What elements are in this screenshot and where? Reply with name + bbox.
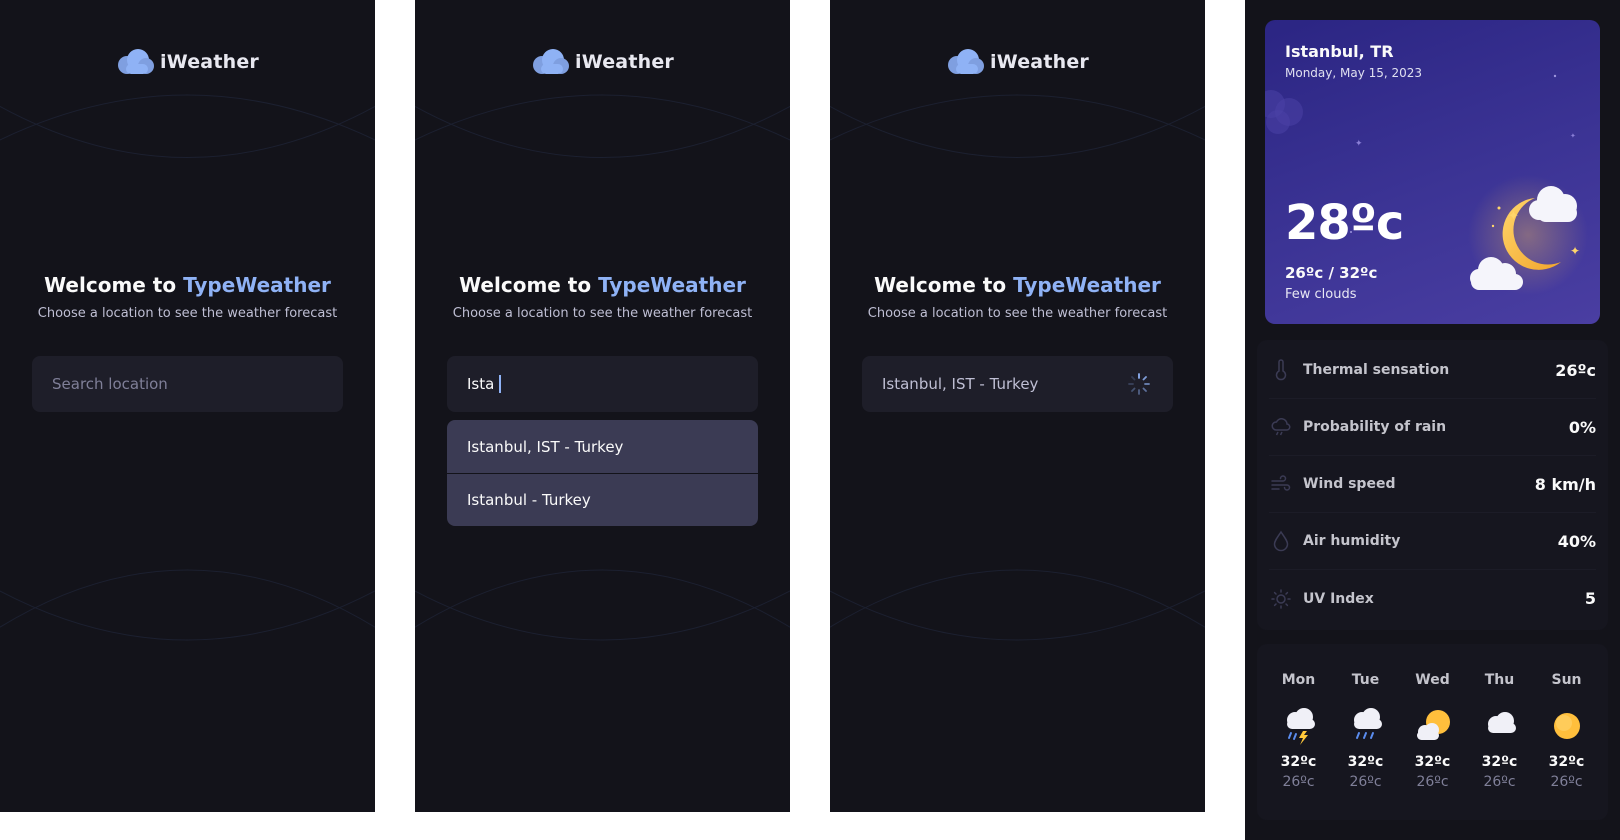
thermometer-icon [1275, 359, 1287, 381]
metric-value: 40% [1557, 531, 1596, 551]
svg-text:✦: ✦ [1508, 209, 1519, 224]
suggestion-item[interactable]: Istanbul, IST - Turkey [447, 420, 758, 473]
search-placeholder: Search location [52, 375, 168, 393]
search-input[interactable]: Istanbul, IST - Turkey [862, 356, 1173, 412]
metric-row-air-humidity: Air humidity 40% [1269, 513, 1596, 570]
forecast-day-name: Wed [1415, 672, 1450, 688]
welcome-subtitle: Choose a location to see the weather for… [452, 306, 753, 321]
svg-text:✦: ✦ [1570, 244, 1580, 258]
forecast-card: Mon 32ºc 26ºc Tue 32ºc 26ºc Wed 32ºc 26º… [1257, 644, 1608, 820]
cloud-logo-icon [948, 49, 985, 74]
metric-label: UV Index [1303, 590, 1374, 607]
moon-cloud-icon: ✦ ✦ [1468, 175, 1588, 295]
city-name: Istanbul, TR [1285, 42, 1394, 61]
metric-row-wind-speed: Wind speed 8 km/h [1269, 456, 1596, 513]
metric-row-thermal-sensation: Thermal sensation 26ºc [1269, 342, 1596, 399]
forecast-day-tue: Tue 32ºc 26ºc [1332, 644, 1399, 820]
loading-spinner-icon [1128, 373, 1150, 395]
metric-value: 5 [1584, 589, 1596, 608]
forecast-day-name: Thu [1484, 672, 1515, 688]
metric-value: 8 km/h [1534, 474, 1596, 494]
suggestion-dropdown: Istanbul, IST - Turkey Istanbul - Turkey [447, 420, 758, 526]
forecast-min: 26ºc [1282, 774, 1315, 790]
text-caret [499, 375, 502, 393]
weather-metrics-card: Thermal sensation 26ºc Probability of ra… [1257, 340, 1608, 630]
svg-text:✦: ✦ [1570, 132, 1576, 140]
current-weather-card: ✦ ✦ Istanbul, TR Monday, May 15, 2023 28… [1265, 20, 1600, 324]
welcome-subtitle: Choose a location to see the weather for… [867, 306, 1168, 321]
welcome-brand: TypeWeather [1013, 273, 1161, 297]
welcome-screen-empty: iWeather Welcome to TypeWeather Choose a… [0, 0, 375, 812]
wind-icon [1271, 475, 1291, 491]
cloud-logo-icon [118, 49, 155, 74]
welcome-prefix: Welcome to [459, 273, 592, 297]
metric-label: Thermal sensation [1303, 362, 1450, 378]
welcome-heading: Welcome to TypeWeather [830, 273, 1205, 297]
forecast-max: 32ºc [1414, 754, 1451, 770]
sun-icon [1271, 588, 1291, 609]
current-date: Monday, May 15, 2023 [1285, 66, 1423, 80]
metric-value: 0% [1568, 417, 1596, 437]
metric-row-rain-probability: Probability of rain 0% [1269, 399, 1596, 456]
welcome-prefix: Welcome to [44, 273, 177, 297]
welcome-prefix: Welcome to [874, 273, 1007, 297]
cloud-rain-icon [1271, 418, 1291, 436]
metric-label: Air humidity [1303, 533, 1401, 549]
forecast-min: 26ºc [1416, 774, 1449, 790]
forecast-day-thu: Thu 32ºc 26ºc [1466, 644, 1533, 820]
forecast-day-name: Mon [1281, 672, 1316, 688]
metric-label: Probability of rain [1303, 419, 1447, 435]
forecast-min: 26ºc [1550, 774, 1583, 790]
forecast-day-name: Tue [1351, 672, 1380, 688]
welcome-brand: TypeWeather [598, 273, 746, 297]
logo-text: iWeather [990, 51, 1089, 73]
search-selected-value: Istanbul, IST - Turkey [882, 375, 1039, 393]
forecast-day-wed: Wed 32ºc 26ºc [1399, 644, 1466, 820]
cloud-logo-icon [533, 49, 570, 74]
welcome-screen-typing: iWeather Welcome to TypeWeather Choose a… [415, 0, 790, 812]
weather-detail-screen: ✦ ✦ Istanbul, TR Monday, May 15, 2023 28… [1245, 0, 1620, 840]
app-logo: iWeather [830, 48, 1205, 76]
current-temperature: 28ºc [1285, 195, 1404, 251]
forecast-min: 26ºc [1349, 774, 1382, 790]
metric-value: 26ºc [1555, 360, 1596, 380]
forecast-max: 32ºc [1481, 754, 1518, 770]
logo-text: iWeather [160, 51, 259, 73]
welcome-subtitle: Choose a location to see the weather for… [37, 306, 338, 321]
search-input[interactable]: Ista [447, 356, 758, 412]
forecast-max: 32ºc [1347, 754, 1384, 770]
app-logo: iWeather [415, 48, 790, 76]
forecast-day-mon: Mon 32ºc 26ºc [1265, 644, 1332, 820]
metric-label: Wind speed [1303, 476, 1396, 492]
weather-condition: Few clouds [1285, 287, 1357, 302]
welcome-brand: TypeWeather [183, 273, 331, 297]
forecast-day-name: Sun [1551, 672, 1582, 688]
drop-icon [1273, 530, 1289, 552]
forecast-day-sun: Sun 32ºc 26ºc [1533, 644, 1600, 820]
suggestion-item[interactable]: Istanbul - Turkey [447, 473, 758, 526]
welcome-screen-loading: iWeather Welcome to TypeWeather Choose a… [830, 0, 1205, 812]
temperature-range: 26ºc / 32ºc [1285, 264, 1378, 282]
storm-icon [1287, 708, 1315, 745]
cloud-icon [1488, 712, 1516, 733]
welcome-heading: Welcome to TypeWeather [415, 273, 790, 297]
forecast-max: 32ºc [1280, 754, 1317, 770]
search-input[interactable]: Search location [32, 356, 343, 412]
rain-icon [1354, 708, 1382, 739]
search-typed-value: Ista [467, 375, 495, 393]
sun-icon [1554, 713, 1580, 739]
svg-text:✦: ✦ [1355, 139, 1363, 149]
forecast-max: 32ºc [1548, 754, 1585, 770]
logo-text: iWeather [575, 51, 674, 73]
forecast-min: 26ºc [1483, 774, 1516, 790]
sun-cloud-icon [1417, 710, 1450, 740]
app-logo: iWeather [0, 48, 375, 76]
metric-row-uv-index: UV Index 5 [1269, 570, 1596, 627]
welcome-heading: Welcome to TypeWeather [0, 273, 375, 297]
